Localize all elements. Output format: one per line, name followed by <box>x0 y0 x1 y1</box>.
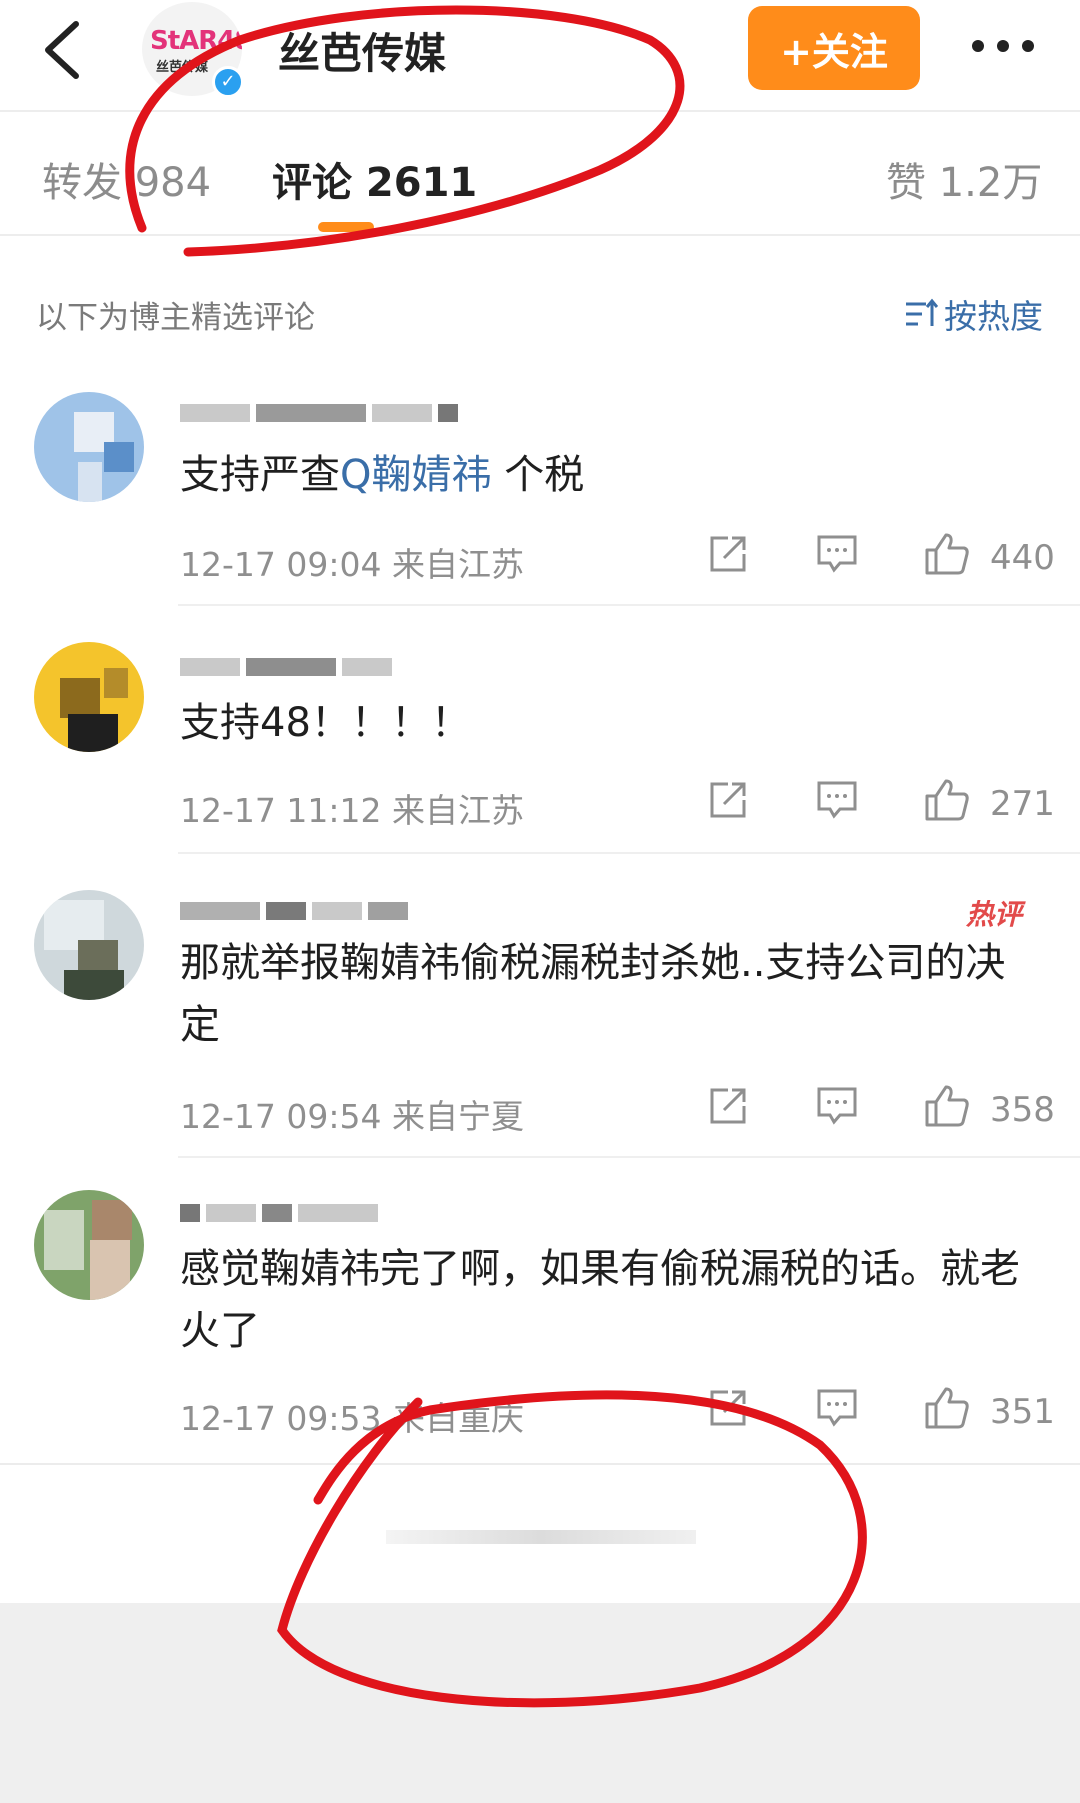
sort-icon <box>906 298 938 326</box>
like-icon[interactable] <box>924 1084 970 1128</box>
commenter-name-blurred <box>180 658 398 680</box>
active-tab-indicator <box>318 222 374 232</box>
follow-button[interactable]: +关注 <box>748 6 920 90</box>
reply-icon[interactable] <box>816 534 858 574</box>
comment-text: 支持48！！！！ <box>180 700 471 746</box>
sort-label: 按热度 <box>944 297 1043 336</box>
comment-meta: 12-17 09:53 来自重庆 <box>180 1399 524 1438</box>
share-icon[interactable] <box>708 1086 748 1126</box>
reply-icon[interactable] <box>816 1086 858 1126</box>
topic-link[interactable]: Q鞠婧祎 <box>340 452 491 498</box>
comment-divider <box>178 852 1080 854</box>
like-count: 358 <box>990 1090 1055 1130</box>
bottom-grey-area <box>0 1603 1080 1803</box>
comment-text: 支持严查Q鞠婧祎 个税 <box>180 444 1040 506</box>
more-options-icon[interactable] <box>968 34 1038 58</box>
commenter-avatar[interactable] <box>34 392 144 502</box>
like-count: 351 <box>990 1392 1055 1432</box>
like-count: 440 <box>990 538 1055 578</box>
logo-text: StAR48 <box>150 26 242 56</box>
comment-divider <box>178 604 1080 606</box>
share-icon[interactable] <box>708 1388 748 1428</box>
comments-page: StAR48 丝芭传媒 ✓ 丝芭传媒 +关注 转发 984 评论 2611 赞 … <box>0 0 1080 1803</box>
comment-meta: 12-17 09:54 来自宁夏 <box>180 1097 524 1136</box>
comment-text: 那就举报鞠婧祎偷税漏税封杀她..支持公司的决定 <box>180 940 1006 1048</box>
tabs-divider <box>0 234 1080 236</box>
verified-badge-icon: ✓ <box>212 66 244 98</box>
commenter-name-blurred <box>180 902 414 924</box>
comment-meta: 12-17 09:04 来自江苏 <box>180 545 524 584</box>
like-icon[interactable] <box>924 778 970 822</box>
tab-comments[interactable]: 评论 2611 <box>272 150 477 208</box>
comment-text: 感觉鞠婧祎完了啊，如果有偷税漏税的话。就老火了 <box>180 1246 1020 1354</box>
comment-divider <box>178 1156 1080 1158</box>
list-end-divider <box>0 1463 1080 1465</box>
share-icon[interactable] <box>708 534 748 574</box>
hot-comment-badge: 热评 <box>966 898 1023 931</box>
tab-reposts[interactable]: 转发 984 <box>42 150 211 208</box>
like-count: 271 <box>990 784 1055 824</box>
account-name[interactable]: 丝芭传媒 <box>278 20 446 81</box>
commenter-name-blurred <box>180 404 464 426</box>
comment-text-part: 支持严查 <box>180 452 340 498</box>
top-bar: StAR48 丝芭传媒 ✓ 丝芭传媒 +关注 <box>0 0 1080 110</box>
selected-comments-note: 以下为博主精选评论 <box>36 300 315 336</box>
comment-text-part: 个税 <box>491 452 585 498</box>
sort-button[interactable]: 按热度 <box>904 290 1043 338</box>
commenter-name-blurred <box>180 1204 384 1226</box>
logo-subtext: 丝芭传媒 <box>156 60 209 75</box>
share-icon[interactable] <box>708 780 748 820</box>
like-icon[interactable] <box>924 532 970 576</box>
commenter-avatar[interactable] <box>34 1190 144 1300</box>
tab-likes[interactable]: 赞 1.2万 <box>886 150 1042 208</box>
blurred-footer-text <box>386 1530 696 1544</box>
comment-meta: 12-17 11:12 来自江苏 <box>180 791 524 830</box>
reply-icon[interactable] <box>816 780 858 820</box>
header-divider <box>0 110 1080 112</box>
reply-icon[interactable] <box>816 1388 858 1428</box>
commenter-avatar[interactable] <box>34 642 144 752</box>
commenter-avatar[interactable] <box>34 890 144 1000</box>
like-icon[interactable] <box>924 1386 970 1430</box>
back-arrow-icon[interactable] <box>34 14 94 84</box>
